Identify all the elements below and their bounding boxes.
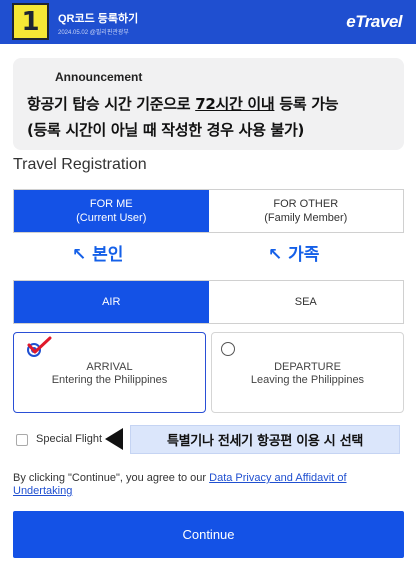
etravel-logo: eTravel (346, 12, 402, 31)
announcement-line-1: 항공기 탑승 시간 기준으로 72시간 이내 등록 가능 (27, 93, 339, 114)
air-label: AIR (102, 296, 121, 308)
announcement-line-2: (등록 시간이 아닐 때 작성한 경우 사용 불가) (27, 121, 305, 139)
for-me-option[interactable]: FOR ME (Current User) (14, 190, 209, 232)
sea-label: SEA (294, 296, 317, 308)
air-option[interactable]: AIR (14, 281, 209, 323)
traveler-selector: FOR ME (Current User) FOR OTHER (Family … (13, 189, 404, 233)
self-hint-annotation: ↖ 본인 (72, 245, 124, 265)
consent-prefix: By clicking "Continue", you agree to our (13, 472, 210, 484)
announcement-line-1-prefix: 항공기 탑승 시간 기준으로 (27, 95, 196, 113)
arrival-subtitle: Entering the Philippines (51, 374, 168, 386)
arrival-title: ARRIVAL (86, 361, 133, 373)
for-other-sublabel: (Family Member) (264, 212, 348, 224)
consent-text: By clicking "Continue", you agree to our… (13, 472, 405, 498)
arrival-card[interactable]: ARRIVAL Entering the Philippines (13, 332, 206, 413)
departure-title: DEPARTURE (274, 361, 341, 373)
transport-mode-selector: AIR SEA (13, 280, 404, 324)
announcement-box: Announcement 항공기 탑승 시간 기준으로 72시간 이내 등록 가… (13, 58, 404, 150)
for-other-label: FOR OTHER (273, 198, 339, 210)
continue-button[interactable]: Continue (13, 511, 404, 558)
header-title: QR코드 등록하기 (58, 13, 139, 25)
for-other-option[interactable]: FOR OTHER (Family Member) (208, 190, 403, 232)
for-me-label: FOR ME (89, 198, 133, 210)
departure-text: DEPARTURE Leaving the Philippines (212, 361, 403, 387)
special-flight-callout: 특별기나 전세기 항공편 이용 시 선택 (130, 425, 400, 454)
sea-option[interactable]: SEA (208, 281, 403, 323)
arrow-left-icon (105, 428, 123, 450)
special-flight-label[interactable]: Special Flight (36, 433, 102, 445)
step-badge: 1 (12, 3, 49, 40)
section-title: Travel Registration (13, 156, 147, 173)
departure-card[interactable]: DEPARTURE Leaving the Philippines (211, 332, 404, 413)
header-bar: 1 QR코드 등록하기 2024.05.02 @필리핀관광부 eTravel (0, 0, 416, 44)
check-icon (27, 336, 52, 357)
family-hint-annotation: ↖ 가족 (268, 245, 320, 265)
radio-icon[interactable] (221, 342, 235, 356)
departure-subtitle: Leaving the Philippines (250, 374, 365, 386)
arrival-text: ARRIVAL Entering the Philippines (14, 361, 205, 387)
special-flight-checkbox[interactable] (16, 434, 28, 446)
step-number: 1 (21, 6, 40, 37)
announcement-line-1-emphasis: 72시간 이내 (195, 95, 275, 113)
header-subtitle: 2024.05.02 @필리핀관광부 (58, 30, 129, 36)
announcement-label: Announcement (55, 70, 143, 84)
announcement-line-1-suffix: 등록 가능 (274, 95, 339, 113)
for-me-sublabel: (Current User) (76, 212, 147, 224)
